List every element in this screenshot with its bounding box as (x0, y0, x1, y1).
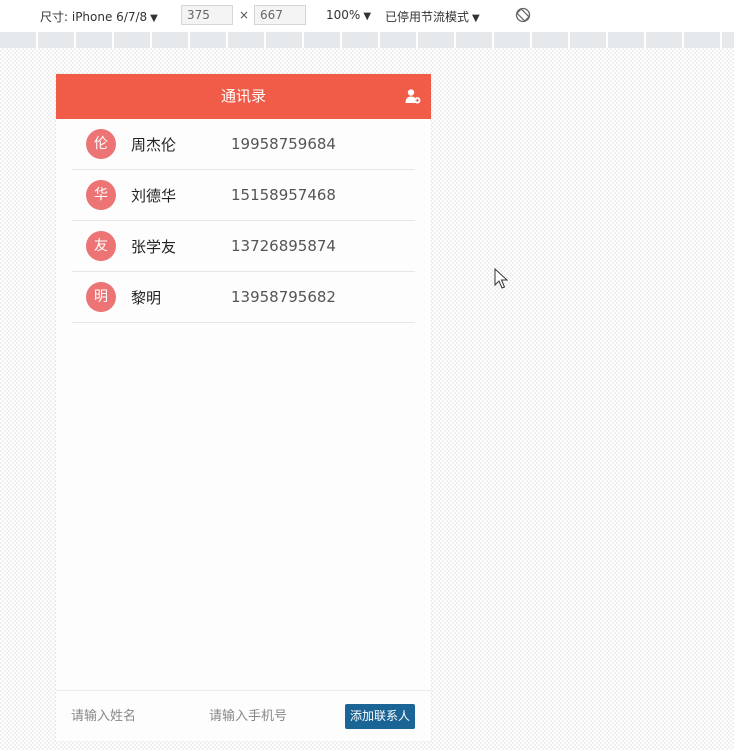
name-input[interactable] (71, 705, 191, 727)
device-label: 尺寸: iPhone 6/7/8 (40, 10, 148, 24)
contact-row[interactable]: 明 黎明 13958795682 (72, 272, 415, 323)
contact-row[interactable]: 伦 周杰伦 19958759684 (72, 119, 415, 170)
height-input[interactable]: 667 (254, 5, 306, 25)
zoom-select[interactable]: 100% ▼ (326, 8, 371, 22)
contact-phone: 15158957468 (231, 186, 336, 204)
dimension-separator: × (239, 8, 250, 22)
avatar: 明 (86, 282, 116, 312)
avatar: 华 (86, 180, 116, 210)
page-title: 通讯录 (220, 87, 266, 105)
devtools-toolbar: 尺寸: iPhone 6/7/8 ▼ 375 × 667 100% ▼ 已停用节流模… (0, 0, 734, 33)
add-contact-button[interactable]: 添加联系人 (344, 704, 415, 729)
contact-row[interactable]: 友 张学友 13726895874 (72, 221, 415, 272)
throttle-label: 已停用节流模式 (385, 10, 470, 24)
zoom-caret-icon: ▼ (363, 11, 372, 22)
add-contact-bar: 添加联系人 (56, 690, 431, 741)
throttle-caret-icon: ▼ (472, 13, 480, 24)
phone-viewport: 通讯录 伦 周杰伦 19958759684 华 刘德华 15158957468 … (56, 74, 431, 741)
device-select[interactable]: 尺寸: iPhone 6/7/8 ▼ (40, 8, 158, 25)
width-input[interactable]: 375 (181, 5, 233, 25)
contact-name: 刘德华 (131, 186, 177, 205)
avatar: 伦 (86, 129, 116, 159)
contact-list: 伦 周杰伦 19958759684 华 刘德华 15158957468 友 张学… (72, 119, 415, 323)
add-user-icon[interactable] (405, 88, 421, 104)
contact-name: 周杰伦 (131, 135, 177, 154)
contact-row[interactable]: 华 刘德华 15158957468 (72, 170, 415, 221)
contact-phone: 13726895874 (231, 237, 336, 255)
zoom-label: 100% (326, 8, 361, 22)
contact-phone: 19958759684 (231, 135, 336, 153)
contact-name: 黎明 (131, 288, 162, 307)
rotate-icon[interactable] (514, 6, 532, 24)
contact-phone: 13958795682 (231, 288, 336, 306)
mouse-cursor-icon (494, 268, 508, 289)
phone-input[interactable] (209, 705, 329, 727)
device-caret-icon: ▼ (150, 13, 158, 24)
throttle-select[interactable]: 已停用节流模式 ▼ (385, 8, 480, 25)
contact-name: 张学友 (131, 237, 177, 256)
app-header: 通讯录 (56, 74, 431, 119)
avatar: 友 (86, 231, 116, 261)
ruler-strip (0, 32, 734, 48)
